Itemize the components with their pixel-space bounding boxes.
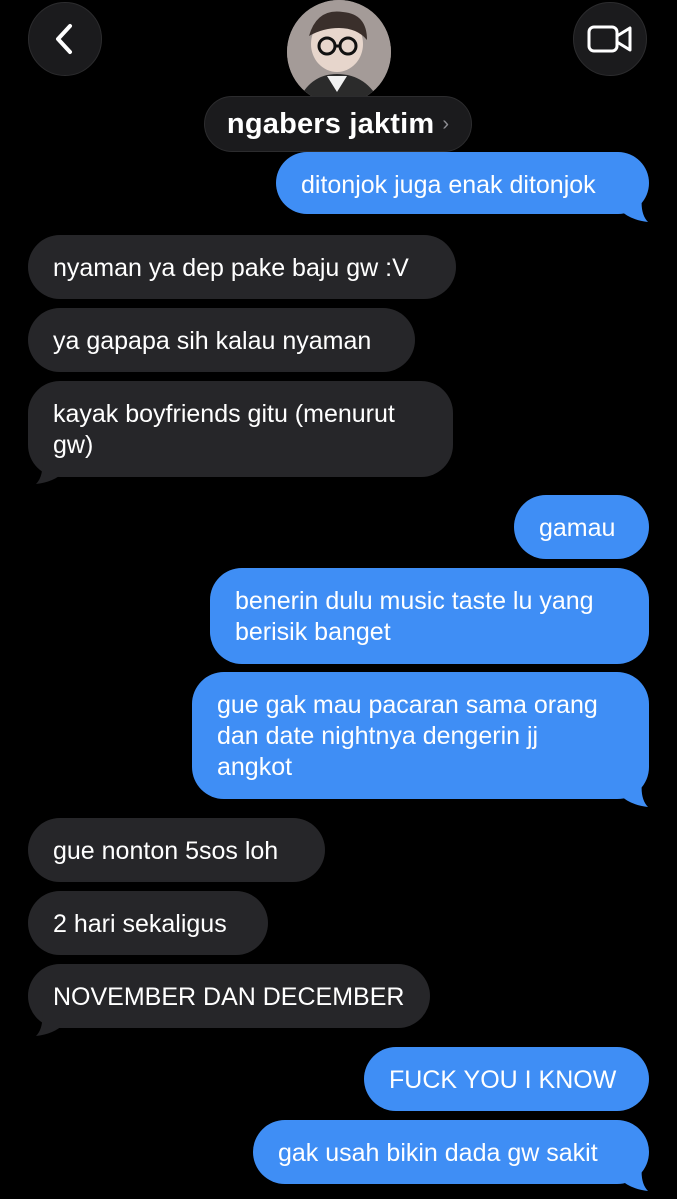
message-bubble-received[interactable]: ya gapapa sih kalau nyaman [28,308,415,372]
message-bubble-sent[interactable]: ditonjok juga enak ditonjok [276,152,649,214]
message-bubble-received[interactable]: kayak boyfriends gitu (menurut gw) [28,381,453,477]
message-bubble-sent[interactable]: gamau [514,495,649,559]
contact-name: ngabers jaktim [226,107,435,140]
bubble-tail [620,196,648,222]
chevron-right-icon: › [442,112,450,135]
avatar[interactable] [287,0,391,104]
back-button[interactable] [28,2,102,76]
message-text: benerin dulu music taste lu yang berisik… [235,587,594,646]
bubble-tail [36,458,64,484]
message-bubble-sent[interactable]: FUCK YOU I KNOW [364,1047,649,1111]
message-bubble-sent[interactable]: gue gak mau pacaran sama orang dan date … [192,672,649,799]
message-bubble-received[interactable]: NOVEMBER DAN DECEMBER [28,964,430,1028]
message-text: NOVEMBER DAN DECEMBER [53,983,405,1011]
message-bubble-received[interactable]: 2 hari sekaligus [28,891,268,955]
message-text: gue gak mau pacaran sama orang dan date … [217,691,598,781]
bubble-tail [36,1010,64,1036]
message-text: gamau [539,514,616,542]
chevron-left-icon [56,24,72,54]
video-camera-icon [587,25,632,53]
contact-name-pill[interactable]: ngabers jaktim › [204,96,472,152]
bubble-tail [620,1165,648,1191]
message-bubble-received[interactable]: gue nonton 5sos loh [28,818,325,882]
message-bubble-sent[interactable]: gak usah bikin dada gw sakit [253,1120,649,1184]
message-text: gak usah bikin dada gw sakit [278,1139,598,1167]
message-text: FUCK YOU I KNOW [389,1066,617,1094]
message-text: gue nonton 5sos loh [53,837,279,865]
message-text: nyaman ya dep pake baju gw :V [53,254,409,282]
avatar-image [287,0,391,104]
message-text: 2 hari sekaligus [53,910,227,938]
bubble-tail [620,781,648,807]
video-call-button[interactable] [573,2,647,76]
message-text: ditonjok juga enak ditonjok [301,171,596,199]
message-bubble-sent[interactable]: benerin dulu music taste lu yang berisik… [210,568,649,664]
message-text: ya gapapa sih kalau nyaman [53,327,372,355]
message-bubble-received[interactable]: nyaman ya dep pake baju gw :V [28,235,456,299]
message-text: kayak boyfriends gitu (menurut gw) [53,400,395,459]
